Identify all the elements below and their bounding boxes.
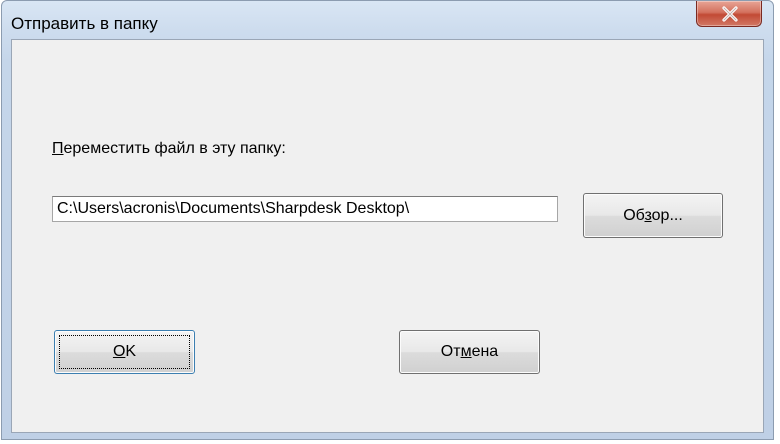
- cancel-label-mnemonic: м: [460, 343, 472, 360]
- browse-label-pre: Об: [623, 207, 645, 224]
- dialog-window: Отправить в папку Переместить файл в эту…: [1, 0, 774, 440]
- browse-label-post: ор...: [651, 207, 683, 224]
- window-title: Отправить в папку: [11, 14, 158, 33]
- title-bar[interactable]: Отправить в папку: [2, 1, 773, 39]
- label-mnemonic: П: [52, 140, 64, 157]
- dialog-body: Переместить файл в эту папку: C:\Users\a…: [11, 39, 764, 433]
- cancel-label-post: ена: [471, 343, 499, 360]
- browse-button[interactable]: Обзор...: [583, 193, 723, 238]
- cancel-button[interactable]: Отмена: [399, 330, 540, 374]
- ok-label-mnemonic: O: [112, 343, 126, 360]
- close-button[interactable]: [696, 1, 762, 27]
- ok-label-post: K: [125, 343, 137, 360]
- close-icon: [722, 6, 738, 22]
- folder-path-input[interactable]: C:\Users\acronis\Documents\Sharpdesk Des…: [52, 196, 558, 222]
- cancel-label-pre: От: [440, 343, 461, 360]
- ok-button[interactable]: OK: [54, 330, 195, 374]
- label-text: ереместить файл в эту папку:: [63, 140, 286, 157]
- browse-label-mnemonic: з: [644, 207, 652, 224]
- destination-folder-label: Переместить файл в эту папку:: [52, 140, 286, 158]
